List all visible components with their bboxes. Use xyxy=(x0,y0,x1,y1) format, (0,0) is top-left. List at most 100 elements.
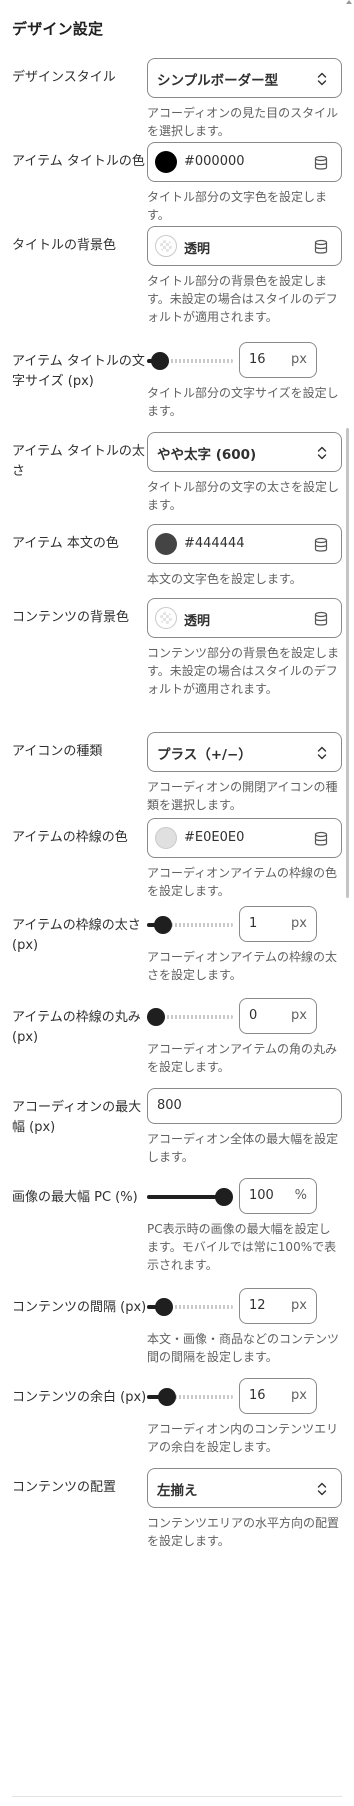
number-value: 0 xyxy=(249,1008,258,1023)
field-help: コンテンツ部分の背景色を設定します。未設定の場合はスタイルのデフォルトが適用され… xyxy=(147,646,340,696)
field-help: タイトル部分の文字色を設定します。 xyxy=(147,190,328,222)
border-radius-control: 0 px xyxy=(147,998,342,1038)
scroll-up-arrow-icon[interactable] xyxy=(346,0,352,4)
divider xyxy=(12,1796,342,1797)
content-gap-slider[interactable] xyxy=(147,1288,233,1328)
color-value: 透明 xyxy=(184,614,211,629)
slider-thumb[interactable] xyxy=(153,916,172,934)
content-align-select[interactable]: 左揃え xyxy=(147,1468,342,1508)
design-style-select[interactable]: シンプルボーダー型 xyxy=(147,58,342,98)
field-help: アコーディオン全体の最大幅を設定します。 xyxy=(147,1132,339,1164)
content-padding-input[interactable]: 16 px xyxy=(239,1378,317,1414)
color-value: #E0E0E0 xyxy=(184,830,245,845)
slider-thumb[interactable] xyxy=(147,1008,165,1026)
field-border-color: アイテムの枠線の色 #E0E0E0 アコーディオンアイテムの枠線の色を設定します… xyxy=(12,818,342,898)
field-label: アイテムの枠線の丸み (px) xyxy=(12,1010,141,1045)
field-title-weight: アイテム タイトルの太さ やや太字 (600) タイトル部分の文字の太さを設定し… xyxy=(12,432,342,512)
scrollbar-thumb[interactable] xyxy=(346,428,349,898)
slider-thumb[interactable] xyxy=(215,1188,233,1206)
chevron-up-down-icon xyxy=(317,72,327,86)
unit-label: px xyxy=(291,1008,307,1023)
design-settings-panel: デザイン設定 デザインスタイル シンプルボーダー型 アコーディオンの見た目のスタ… xyxy=(0,0,354,1806)
content-gap-control: 12 px xyxy=(147,1288,342,1328)
title-size-slider[interactable] xyxy=(147,342,233,382)
field-help: コンテンツエリアの水平方向の配置を設定します。 xyxy=(147,1516,340,1548)
max-width-input[interactable]: 800 xyxy=(147,1088,342,1124)
number-value: 12 xyxy=(249,1298,266,1313)
field-help: アコーディオンアイテムの枠線の太さを設定します。 xyxy=(147,950,337,982)
content-padding-control: 16 px xyxy=(147,1378,342,1418)
color-value: 透明 xyxy=(184,242,211,257)
field-max-width: アコーディオンの最大幅 (px) 800 アコーディオン全体の最大幅を設定します… xyxy=(12,1088,342,1164)
database-icon[interactable] xyxy=(314,239,328,255)
unit-label: px xyxy=(291,352,307,367)
field-help: PC表示時の画像の最大幅を設定します。モバイルでは常に100%で表示されます。 xyxy=(147,1222,337,1272)
content-gap-input[interactable]: 12 px xyxy=(239,1288,317,1324)
database-icon[interactable] xyxy=(314,611,328,627)
field-label: アコーディオンの最大幅 (px) xyxy=(12,1100,142,1135)
content-bg-color-picker[interactable]: 透明 xyxy=(147,598,342,638)
slider-fill xyxy=(147,1195,224,1199)
field-label: アイコンの種類 xyxy=(12,744,103,759)
border-width-input[interactable]: 1 px xyxy=(239,906,317,942)
image-max-pc-input[interactable]: 100 % xyxy=(239,1178,317,1214)
slider-thumb[interactable] xyxy=(151,352,170,370)
border-width-slider[interactable] xyxy=(147,906,233,946)
field-label: コンテンツの余白 (px) xyxy=(12,1390,147,1405)
field-help: 本文の文字色を設定します。 xyxy=(147,572,302,586)
border-width-control: 1 px xyxy=(147,906,342,946)
field-title-bg: タイトルの背景色 透明 タイトル部分の背景色を設定します。未設定の場合はスタイル… xyxy=(12,226,342,324)
section-title: デザイン設定 xyxy=(12,20,104,38)
border-radius-slider[interactable] xyxy=(147,998,233,1038)
field-help: アコーディオンの見た目のスタイルを選択します。 xyxy=(147,106,339,138)
color-swatch xyxy=(155,151,177,173)
title-weight-select[interactable]: やや太字 (600) xyxy=(147,432,342,472)
body-color-picker[interactable]: #444444 xyxy=(147,524,342,564)
slider-thumb[interactable] xyxy=(155,1298,174,1316)
scrollbar[interactable] xyxy=(343,0,354,1806)
select-value: 左揃え xyxy=(157,1483,198,1499)
title-color-picker[interactable]: #000000 xyxy=(147,142,342,182)
field-label: デザインスタイル xyxy=(12,70,116,85)
field-help: アコーディオン内のコンテンツエリアの余白を設定します。 xyxy=(147,1422,339,1454)
database-icon[interactable] xyxy=(314,155,328,171)
icon-type-select[interactable]: プラス（+/−） xyxy=(147,732,342,772)
color-swatch xyxy=(155,533,177,555)
title-size-input[interactable]: 16 px xyxy=(239,342,317,378)
border-radius-input[interactable]: 0 px xyxy=(239,998,317,1034)
field-label: アイテム タイトルの太さ xyxy=(12,444,145,479)
field-label: コンテンツの背景色 xyxy=(12,610,130,625)
color-swatch xyxy=(155,827,177,849)
database-icon[interactable] xyxy=(314,537,328,553)
slider-thumb[interactable] xyxy=(157,1388,176,1406)
image-max-pc-slider[interactable] xyxy=(147,1178,233,1218)
database-icon[interactable] xyxy=(314,831,328,847)
input-value: 800 xyxy=(157,1098,182,1113)
field-label: アイテムの枠線の太さ (px) xyxy=(12,918,141,953)
number-value: 1 xyxy=(249,916,258,931)
field-label: アイテムの枠線の色 xyxy=(12,830,128,845)
title-bg-color-picker[interactable]: 透明 xyxy=(147,226,342,266)
field-title-color: アイテム タイトルの色 #000000 タイトル部分の文字色を設定します。 xyxy=(12,142,342,222)
field-content-align: コンテンツの配置 左揃え コンテンツエリアの水平方向の配置を設定します。 xyxy=(12,1468,342,1548)
field-help: アコーディオンの開閉アイコンの種類を選択します。 xyxy=(147,780,338,812)
field-help: タイトル部分の文字サイズを設定します。 xyxy=(147,386,339,418)
field-design-style: デザインスタイル シンプルボーダー型 アコーディオンの見た目のスタイルを選択しま… xyxy=(12,58,342,138)
border-color-picker[interactable]: #E0E0E0 xyxy=(147,818,342,858)
title-size-control: 16 px xyxy=(147,342,342,382)
unit-label: px xyxy=(291,1388,307,1403)
image-max-pc-control: 100 % xyxy=(147,1178,342,1218)
unit-label: % xyxy=(294,1188,307,1203)
field-help: タイトル部分の背景色を設定します。未設定の場合はスタイルのデフォルトが適用されま… xyxy=(147,274,338,324)
select-value: シンプルボーダー型 xyxy=(157,73,279,89)
field-label: コンテンツの間隔 (px) xyxy=(12,1300,147,1315)
field-label: アイテム 本文の色 xyxy=(12,536,119,551)
content-padding-slider[interactable] xyxy=(147,1378,233,1418)
select-value: やや太字 (600) xyxy=(157,447,257,463)
field-help: アコーディオンアイテムの枠線の色を設定します。 xyxy=(147,866,337,898)
field-help: タイトル部分の文字の太さを設定します。 xyxy=(147,480,340,512)
color-value: #444444 xyxy=(184,536,245,551)
field-content-bg: コンテンツの背景色 透明 コンテンツ部分の背景色を設定します。未設定の場合はスタ… xyxy=(12,598,342,696)
unit-label: px xyxy=(291,1298,307,1313)
chevron-up-down-icon xyxy=(317,446,327,460)
